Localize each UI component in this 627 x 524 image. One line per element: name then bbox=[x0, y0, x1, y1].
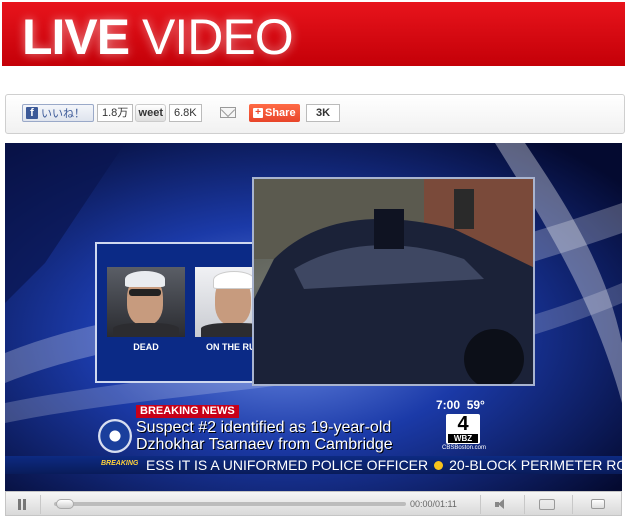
banner-title-video: VIDEO bbox=[142, 9, 294, 65]
pause-icon[interactable] bbox=[18, 499, 27, 510]
ticker-text-part-2: 20-BLOCK PERIMETER ROPED bbox=[449, 457, 622, 473]
divider bbox=[480, 495, 481, 514]
shirt-shape bbox=[113, 323, 179, 337]
facebook-like-count: 1.8万 bbox=[97, 104, 134, 122]
social-share-bar: f いいね！ 1.8万 weet 6.8K + Share 3K bbox=[5, 94, 625, 134]
timecode: 00:00/01:11 bbox=[410, 499, 457, 509]
car-scene-illustration bbox=[254, 179, 533, 384]
cbs-eye-logo bbox=[98, 419, 132, 453]
banner-title: LIVE VIDEO bbox=[22, 8, 294, 66]
fullscreen-icon[interactable] bbox=[591, 499, 605, 509]
news-ticker: BREAKING ESS IT IS A UNIFORMED POLICE OF… bbox=[5, 456, 622, 474]
plus-icon: + bbox=[253, 108, 263, 118]
email-share-icon[interactable] bbox=[220, 107, 236, 118]
tweet-button[interactable]: weet bbox=[135, 104, 166, 122]
player-controls: 00:00/01:11 bbox=[5, 491, 622, 516]
share-count: 3K bbox=[306, 104, 340, 122]
sunglasses-shape bbox=[129, 289, 161, 296]
tweet-count: 6.8K bbox=[169, 104, 202, 122]
cap-shape bbox=[213, 271, 255, 289]
headline-line-1: Suspect #2 identified as 19-year-old bbox=[136, 419, 392, 436]
suspect-photo-dead bbox=[107, 267, 185, 337]
news-headline: Suspect #2 identified as 19-year-old Dzh… bbox=[136, 419, 393, 453]
facebook-like-button[interactable]: f いいね！ bbox=[22, 104, 94, 122]
progress-bar[interactable] bbox=[54, 499, 406, 509]
banner-title-live: LIVE bbox=[22, 9, 130, 65]
volume-icon[interactable] bbox=[495, 499, 509, 510]
station-url: CBSBoston.com bbox=[442, 445, 487, 451]
divider bbox=[40, 495, 41, 514]
share-button-label: Share bbox=[265, 107, 296, 119]
ticker-text-part-1: ESS IT IS A UNIFORMED POLICE OFFICER bbox=[146, 457, 429, 473]
ticker-tag: BREAKING bbox=[101, 460, 139, 467]
wbz-station-logo: 4 WBZ bbox=[446, 414, 480, 444]
closed-captions-icon[interactable] bbox=[539, 499, 555, 510]
progress-handle[interactable] bbox=[56, 499, 74, 509]
ticker-separator-icon bbox=[434, 461, 444, 470]
share-button[interactable]: + Share bbox=[249, 104, 300, 122]
live-video-banner: LIVE VIDEO bbox=[2, 2, 625, 66]
station-call-letters: WBZ bbox=[448, 434, 478, 443]
temperature-readout: 59° bbox=[466, 398, 485, 412]
divider bbox=[524, 495, 525, 514]
headline-line-2: Dzhokhar Tsarnaev from Cambridge bbox=[136, 436, 393, 453]
facebook-icon: f bbox=[26, 107, 38, 119]
facebook-like-label: いいね！ bbox=[41, 108, 85, 120]
photo-label-dead: DEAD bbox=[133, 342, 159, 352]
cap-shape bbox=[125, 271, 165, 287]
time-readout: 7:00 bbox=[436, 398, 461, 412]
station-number: 4 bbox=[457, 413, 469, 435]
divider bbox=[572, 495, 573, 514]
video-player[interactable]: DEAD ON THE RUN BREAKING NEWS Suspect #2… bbox=[5, 143, 622, 491]
ticker-text: ESS IT IS A UNIFORMED POLICE OFFICER 20-B… bbox=[146, 457, 622, 473]
breaking-news-tag: BREAKING NEWS bbox=[136, 405, 239, 418]
time-temperature: 7:00 59° bbox=[436, 398, 485, 412]
scene-footage bbox=[252, 177, 535, 386]
